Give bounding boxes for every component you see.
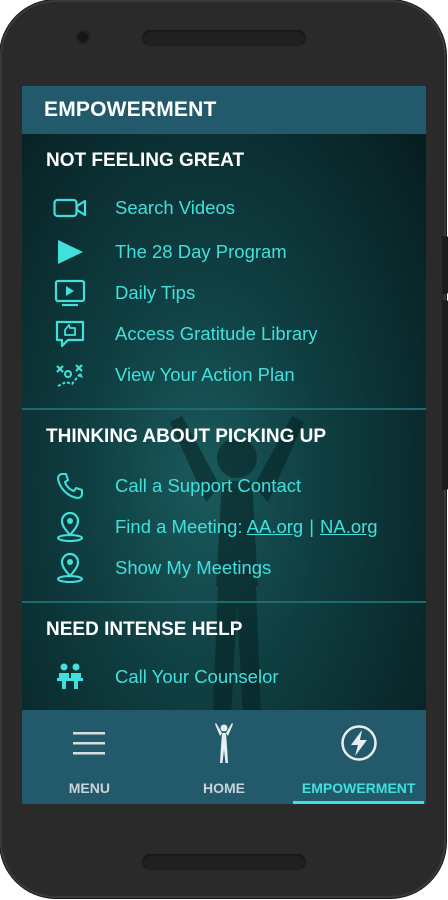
menu-item-label: Daily Tips (115, 282, 196, 303)
tab-label: HOME (203, 780, 245, 796)
counselor-icon (52, 661, 88, 693)
bottom-tab-bar: MENU HOME EMPOWERMENT (22, 710, 426, 804)
phone-icon (52, 470, 88, 502)
menu-item-call-support-contact[interactable]: Call a Support Contact (22, 468, 426, 504)
menu-item-label: Access Gratitude Library (115, 323, 318, 344)
front-camera (76, 30, 90, 44)
action-plan-icon (52, 359, 88, 391)
menu-item-label: View Your Action Plan (115, 364, 295, 385)
find-meeting-text: Find a Meeting: (115, 516, 247, 537)
tips-screen-icon (52, 277, 88, 309)
tab-label: MENU (68, 780, 110, 796)
menu-item-call-counselor[interactable]: Call Your Counselor (22, 659, 426, 695)
power-button (442, 236, 448, 294)
phone-frame: EMPOWERMENT NOT FEELING GREAT Search Vid… (0, 0, 448, 898)
location-pin-icon (52, 511, 88, 543)
menu-item-label: Search Videos (115, 197, 235, 218)
section-divider (22, 601, 426, 603)
menu-item-daily-tips[interactable]: Daily Tips (22, 275, 426, 311)
section-title-thinking-about-picking-up: THINKING ABOUT PICKING UP (46, 426, 327, 447)
menu-item-action-plan[interactable]: View Your Action Plan (22, 357, 426, 393)
top-speaker (142, 30, 306, 46)
menu-item-label: The 28 Day Program (115, 241, 287, 262)
hamburger-menu-icon (72, 724, 106, 762)
menu-item-find-a-meeting: Find a Meeting: AA.org | NA.org (22, 509, 426, 545)
video-camera-icon (52, 192, 88, 224)
menu-item-gratitude-library[interactable]: Access Gratitude Library (22, 316, 426, 352)
menu-item-show-my-meetings[interactable]: Show My Meetings (22, 550, 426, 586)
bottom-speaker (142, 854, 306, 870)
section-divider (22, 408, 426, 410)
gratitude-icon (52, 318, 88, 350)
tab-home[interactable]: HOME (157, 710, 292, 804)
aa-org-link[interactable]: AA.org (247, 516, 304, 537)
play-icon (52, 236, 88, 268)
location-pin-icon (52, 552, 88, 584)
link-separator: | (309, 516, 315, 537)
menu-item-label: Show My Meetings (115, 557, 272, 578)
tab-menu[interactable]: MENU (22, 710, 157, 804)
menu-item-search-videos[interactable]: Search Videos (22, 190, 426, 226)
section-title-need-intense-help: NEED INTENSE HELP (46, 619, 243, 640)
tab-label: EMPOWERMENT (301, 780, 416, 796)
person-arms-up-icon (212, 723, 236, 763)
menu-item-28-day-program[interactable]: The 28 Day Program (22, 234, 426, 270)
menu-item-label: Find a Meeting: AA.org | NA.org (115, 516, 378, 538)
na-org-link[interactable]: NA.org (320, 516, 378, 537)
lightning-bolt-icon (340, 724, 378, 762)
menu-item-label: Call a Support Contact (115, 475, 302, 496)
app-screen: EMPOWERMENT NOT FEELING GREAT Search Vid… (22, 86, 426, 804)
app-bar-title: EMPOWERMENT (22, 86, 426, 134)
section-title-not-feeling-great: NOT FEELING GREAT (46, 150, 245, 171)
menu-item-label: Call Your Counselor (115, 666, 279, 687)
tab-empowerment[interactable]: EMPOWERMENT (291, 710, 426, 804)
volume-button (442, 300, 448, 490)
